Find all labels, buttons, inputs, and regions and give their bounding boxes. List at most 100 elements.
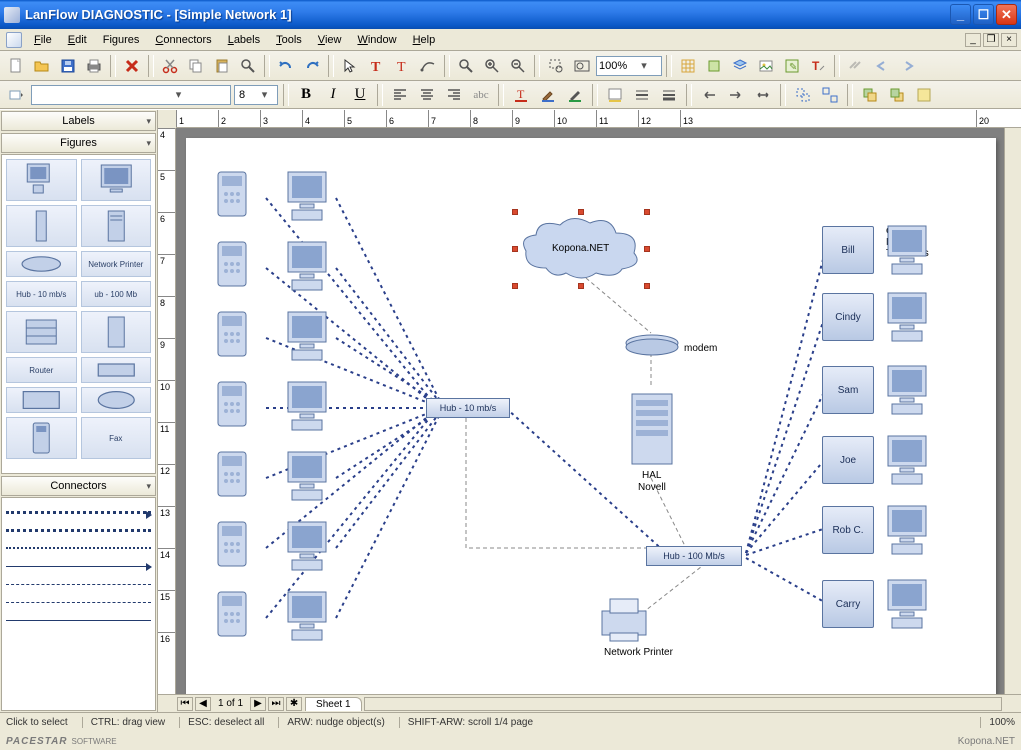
connector-dashed[interactable]	[6, 576, 151, 592]
connector-dotted-arrow[interactable]	[6, 504, 151, 520]
phone-node-3[interactable]	[214, 378, 250, 430]
brush-button[interactable]	[536, 84, 560, 106]
phone-node-1[interactable]	[214, 238, 250, 290]
zoom-tool[interactable]	[454, 54, 478, 78]
sheet-tab[interactable]: Sheet 1	[305, 697, 361, 711]
vertical-scrollbar[interactable]	[1004, 128, 1021, 694]
text-props-button[interactable]: T	[806, 54, 830, 78]
layers-button[interactable]	[728, 54, 752, 78]
terminal-node-cindy[interactable]: Cindy	[822, 293, 874, 341]
find-button[interactable]	[236, 54, 260, 78]
phone-node-6[interactable]	[214, 588, 250, 640]
bring-front-button[interactable]	[858, 84, 882, 106]
connector-solid-arrow[interactable]	[6, 558, 151, 574]
figure-router[interactable]: Router	[6, 357, 77, 383]
phone-node-5[interactable]	[214, 518, 250, 570]
connector-dots-small[interactable]	[6, 540, 151, 556]
cloud-node[interactable]: Kopona.NET	[516, 213, 646, 288]
align-center-button[interactable]	[415, 84, 439, 106]
save-button[interactable]	[56, 54, 80, 78]
connector-tool[interactable]	[416, 54, 440, 78]
align-left-button[interactable]	[388, 84, 412, 106]
close-button[interactable]: ✕	[996, 4, 1017, 25]
figure-device1[interactable]	[6, 387, 77, 413]
connector-thin[interactable]	[6, 612, 151, 628]
figure-hub-100[interactable]: ub - 100 Mb	[81, 281, 152, 307]
horizontal-scrollbar[interactable]	[364, 697, 1002, 711]
terminal-node-joe[interactable]: Joe	[822, 436, 874, 484]
figure-fax[interactable]: Fax	[81, 417, 152, 459]
terminal-node-rob c.[interactable]: Rob C.	[822, 506, 874, 554]
figure-hub-10[interactable]: Hub - 10 mb/s	[6, 281, 77, 307]
delete-button[interactable]	[120, 54, 144, 78]
first-page-button[interactable]: ⏮	[177, 697, 193, 711]
snap-button[interactable]	[702, 54, 726, 78]
send-back-button[interactable]	[885, 84, 909, 106]
figure-modem[interactable]	[6, 251, 77, 277]
arrow-start-button[interactable]	[697, 84, 721, 106]
arrow-end-button[interactable]	[724, 84, 748, 106]
arrow-both-button[interactable]	[751, 84, 775, 106]
terminal-monitor-2[interactable]	[882, 362, 938, 418]
terminal-node-carry[interactable]: Carry	[822, 580, 874, 628]
bold-button[interactable]: B	[294, 84, 318, 106]
grid-button[interactable]	[676, 54, 700, 78]
figure-computer[interactable]	[6, 159, 77, 201]
ungroup-button[interactable]	[818, 84, 842, 106]
minimize-button[interactable]: _	[950, 4, 971, 25]
terminal-monitor-5[interactable]	[882, 576, 938, 632]
panel-labels-header[interactable]: Labels▾	[1, 111, 156, 131]
redo-button[interactable]	[300, 54, 324, 78]
computer-node-0[interactable]	[282, 168, 338, 224]
menu-labels[interactable]: Labels	[220, 31, 268, 49]
pen-button[interactable]	[563, 84, 587, 106]
computer-node-5[interactable]	[282, 518, 338, 574]
printer-node[interactable]: Network Printer	[596, 593, 652, 648]
menu-figures[interactable]: Figures	[95, 31, 148, 49]
terminal-node-sam[interactable]: Sam	[822, 366, 874, 414]
menu-edit[interactable]: Edit	[60, 31, 95, 49]
zoom-in-button[interactable]	[480, 54, 504, 78]
figure-server[interactable]	[81, 205, 152, 247]
terminal-monitor-0[interactable]	[882, 222, 938, 278]
menu-help[interactable]: Help	[405, 31, 444, 49]
phone-node-2[interactable]	[214, 308, 250, 360]
hyperlink-back-button[interactable]	[870, 54, 894, 78]
copy-button[interactable]	[184, 54, 208, 78]
style-dropdown-icon[interactable]	[4, 83, 28, 107]
figure-cabinet[interactable]	[81, 311, 152, 353]
text-case-button[interactable]: abc	[469, 84, 493, 106]
select-tool[interactable]	[338, 54, 362, 78]
link-button[interactable]	[844, 54, 868, 78]
phone-node-0[interactable]	[214, 168, 250, 220]
figure-phone[interactable]	[6, 417, 77, 459]
panel-connectors-header[interactable]: Connectors▾	[1, 476, 156, 496]
connector-dashed2[interactable]	[6, 594, 151, 610]
underline-button[interactable]: U	[348, 84, 372, 106]
fill-color-button[interactable]	[603, 84, 627, 106]
modem-node[interactable]: modem	[624, 333, 680, 360]
last-page-button[interactable]: ⏭	[268, 697, 284, 711]
figure-network-printer[interactable]: Network Printer	[81, 251, 152, 277]
figure-rack[interactable]	[6, 311, 77, 353]
figure-terminal[interactable]	[81, 159, 152, 201]
add-sheet-button[interactable]: ✱	[286, 697, 302, 711]
text-tool-red[interactable]: T	[364, 54, 388, 78]
note-button[interactable]	[912, 84, 936, 106]
figure-tower[interactable]	[6, 205, 77, 247]
zoom-combo[interactable]: 100%▾	[596, 56, 662, 76]
canvas[interactable]: /*generated below via JS*/ Kopona.NET mo…	[176, 128, 1004, 694]
zoom-fit-button[interactable]	[570, 54, 594, 78]
zoom-region-button[interactable]	[544, 54, 568, 78]
maximize-button[interactable]: ☐	[973, 4, 994, 25]
font-size-combo[interactable]: 8▾	[234, 85, 278, 105]
print-button[interactable]	[82, 54, 106, 78]
line-style-button[interactable]	[630, 84, 654, 106]
group-button[interactable]	[791, 84, 815, 106]
italic-button[interactable]: I	[321, 84, 345, 106]
connector-dotted-thick[interactable]	[6, 522, 151, 538]
undo-button[interactable]	[274, 54, 298, 78]
computer-node-6[interactable]	[282, 588, 338, 644]
terminal-monitor-1[interactable]	[882, 289, 938, 345]
page[interactable]: /*generated below via JS*/ Kopona.NET mo…	[186, 138, 996, 694]
